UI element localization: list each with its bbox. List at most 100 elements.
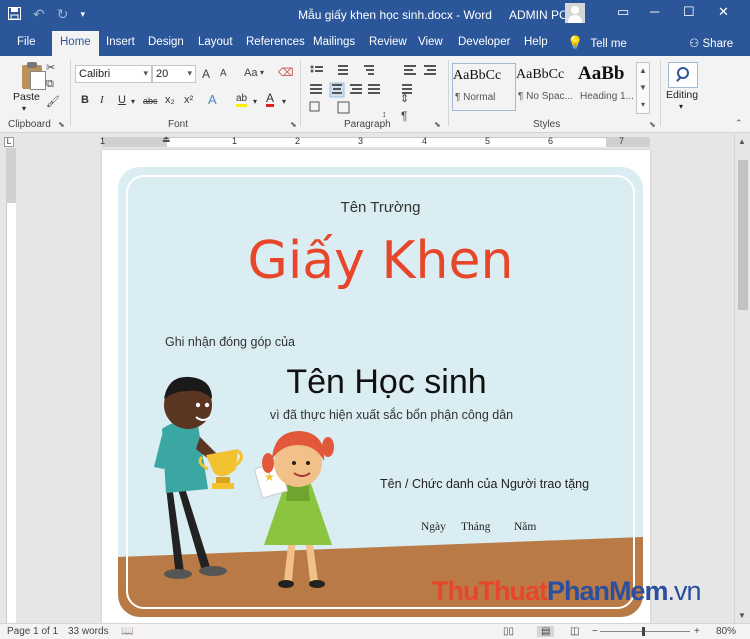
editing-button[interactable] xyxy=(668,62,698,88)
font-name-dropdown[interactable]: Calibri ▾ xyxy=(75,65,152,83)
ruler-mark: 5 xyxy=(485,136,491,146)
line-spacing-icon[interactable]: ⇕ xyxy=(400,92,409,105)
zoom-in-button[interactable]: + xyxy=(694,626,700,637)
tab-file[interactable]: File xyxy=(17,36,36,48)
font-launcher-icon[interactable]: ⬊ xyxy=(290,120,297,129)
tab-help[interactable]: Help xyxy=(524,36,548,48)
style-name: Heading 1... xyxy=(580,91,634,102)
tell-me-search[interactable]: 💡 Tell me xyxy=(567,35,627,51)
chevron-down-icon[interactable]: ▾ xyxy=(253,97,257,106)
group-separator xyxy=(70,60,71,126)
ribbon: Paste ▾ ✂ ⧉ 🖌 Clipboard ⬊ Calibri ▾ 20 ▾… xyxy=(0,56,750,133)
format-painter-icon[interactable]: 🖌 xyxy=(46,95,60,108)
tab-insert[interactable]: Insert xyxy=(106,36,135,48)
tab-layout[interactable]: Layout xyxy=(198,36,233,48)
change-case-button[interactable]: Aa xyxy=(244,67,257,79)
horizontal-ruler[interactable]: 1 1 2 3 4 5 6 7 ⏏ xyxy=(18,134,734,148)
editing-label: Editing xyxy=(666,89,699,101)
clear-formatting-icon[interactable]: ⌫ xyxy=(278,66,294,79)
chevron-down-icon: ▾ xyxy=(143,68,148,78)
bold-button[interactable]: B xyxy=(81,94,89,106)
subscript-button[interactable]: x₂ xyxy=(165,94,175,106)
more-styles-icon[interactable]: ▾ xyxy=(637,97,649,114)
tab-view[interactable]: View xyxy=(418,36,443,48)
scroll-up-icon[interactable]: ▲ xyxy=(738,137,746,146)
zoom-out-button[interactable]: − xyxy=(592,626,598,637)
zoom-level[interactable]: 80% xyxy=(716,626,736,637)
user-name[interactable]: ADMIN PC xyxy=(509,8,568,22)
style-heading-1[interactable]: AaBb Heading 1... xyxy=(578,63,634,111)
zoom-slider[interactable] xyxy=(600,631,690,632)
chevron-down-icon[interactable]: ▾ xyxy=(131,97,135,106)
tab-review[interactable]: Review xyxy=(369,36,407,48)
tab-developer[interactable]: Developer xyxy=(458,36,510,48)
superscript-button[interactable]: x² xyxy=(184,94,193,106)
user-avatar[interactable] xyxy=(565,3,585,23)
font-color-button[interactable]: A xyxy=(266,92,275,107)
copy-icon[interactable]: ⧉ xyxy=(46,78,54,91)
document-page[interactable]: Tên Trường Giấy Khen Ghi nhận đóng góp c… xyxy=(102,150,650,623)
style-preview: AaBbCc xyxy=(453,68,502,83)
italic-button[interactable]: I xyxy=(100,94,104,106)
minimize-button[interactable]: ─ xyxy=(650,4,659,19)
close-button[interactable]: ✕ xyxy=(718,4,729,20)
cut-icon[interactable]: ✂ xyxy=(46,61,55,74)
style-no-spacing[interactable]: AaBbCc ¶ No Spac... xyxy=(516,63,580,111)
web-layout-icon[interactable]: ◫ xyxy=(570,626,579,637)
tab-home[interactable]: Home xyxy=(52,31,99,56)
paragraph-launcher-icon[interactable]: ⬊ xyxy=(434,120,441,129)
vertical-scrollbar[interactable]: ▲ ▼ xyxy=(734,134,750,623)
paste-label: Paste xyxy=(13,91,40,103)
title-bar: ↶ ↻ ▾ Mẫu giấy khen học sinh.docx - Word… xyxy=(0,0,750,31)
page-count[interactable]: Page 1 of 1 xyxy=(7,626,58,637)
style-preview: AaBbCc xyxy=(516,67,565,82)
chevron-down-icon[interactable]: ▾ xyxy=(260,68,264,77)
highlight-button[interactable]: ab xyxy=(236,94,248,107)
font-size-dropdown[interactable]: 20 ▾ xyxy=(152,65,196,83)
vertical-ruler[interactable] xyxy=(3,148,17,623)
window-title: Mẫu giấy khen học sinh.docx - Word xyxy=(298,8,492,22)
shrink-font-button[interactable]: A xyxy=(220,68,227,79)
document-canvas[interactable]: Tên Trường Giấy Khen Ghi nhận đóng góp c… xyxy=(18,148,734,623)
tab-references[interactable]: References xyxy=(246,36,305,48)
scroll-down-icon[interactable]: ▼ xyxy=(738,611,746,620)
tab-mailings[interactable]: Mailings xyxy=(313,36,355,48)
paste-button[interactable]: Paste ▾ xyxy=(8,58,46,116)
ruler-mark: 1 xyxy=(232,136,238,146)
style-normal[interactable]: AaBbCc ¶ Normal xyxy=(452,63,516,111)
maximize-button[interactable]: ☐ xyxy=(683,4,695,20)
chevron-up-icon[interactable]: ▲ xyxy=(637,63,649,80)
share-button[interactable]: ⚇ Share xyxy=(689,36,733,50)
styles-launcher-icon[interactable]: ⬊ xyxy=(649,120,656,129)
sort-icon[interactable]: ↕ xyxy=(382,109,387,119)
collapse-ribbon-icon[interactable]: ⌃ xyxy=(735,118,743,129)
grow-font-button[interactable]: A xyxy=(202,67,210,81)
status-bar: Page 1 of 1 33 words 📖 ▯▯ ▤ ◫ − + 80% xyxy=(0,623,750,639)
underline-button[interactable]: U xyxy=(118,94,126,106)
zoom-slider-thumb[interactable] xyxy=(642,627,645,636)
styles-gallery-scroll[interactable]: ▲ ▼ ▾ xyxy=(636,62,650,114)
font-size-value: 20 xyxy=(156,68,169,80)
clipboard-icon xyxy=(22,62,46,90)
tab-design[interactable]: Design xyxy=(148,36,184,48)
chevron-down-icon[interactable]: ▾ xyxy=(679,102,683,111)
chevron-down-icon[interactable]: ▾ xyxy=(282,97,286,106)
group-label-font: Font xyxy=(168,119,189,130)
read-mode-icon[interactable]: ▯▯ xyxy=(503,626,514,637)
clipboard-launcher-icon[interactable]: ⬊ xyxy=(58,120,65,129)
indent-marker-icon[interactable]: ⏏ xyxy=(162,134,171,145)
proofing-icon[interactable]: 📖 xyxy=(121,626,133,637)
tab-selector[interactable]: L xyxy=(4,137,14,147)
text-effects-button[interactable]: A xyxy=(208,92,217,107)
ruler-mark: 4 xyxy=(422,136,428,146)
scroll-thumb[interactable] xyxy=(738,160,748,310)
strikethrough-button[interactable]: abc xyxy=(143,96,158,106)
group-label-paragraph: Paragraph xyxy=(344,119,391,130)
word-count[interactable]: 33 words xyxy=(68,626,109,637)
ribbon-options-icon[interactable]: ▭ xyxy=(617,4,629,20)
chevron-down-icon[interactable]: ▼ xyxy=(637,80,649,97)
paragraph-controls xyxy=(308,62,448,116)
watermark-part: ThuThuat xyxy=(432,576,548,606)
print-layout-icon[interactable]: ▤ xyxy=(537,626,555,637)
show-formatting-button[interactable]: ¶ xyxy=(401,109,407,123)
